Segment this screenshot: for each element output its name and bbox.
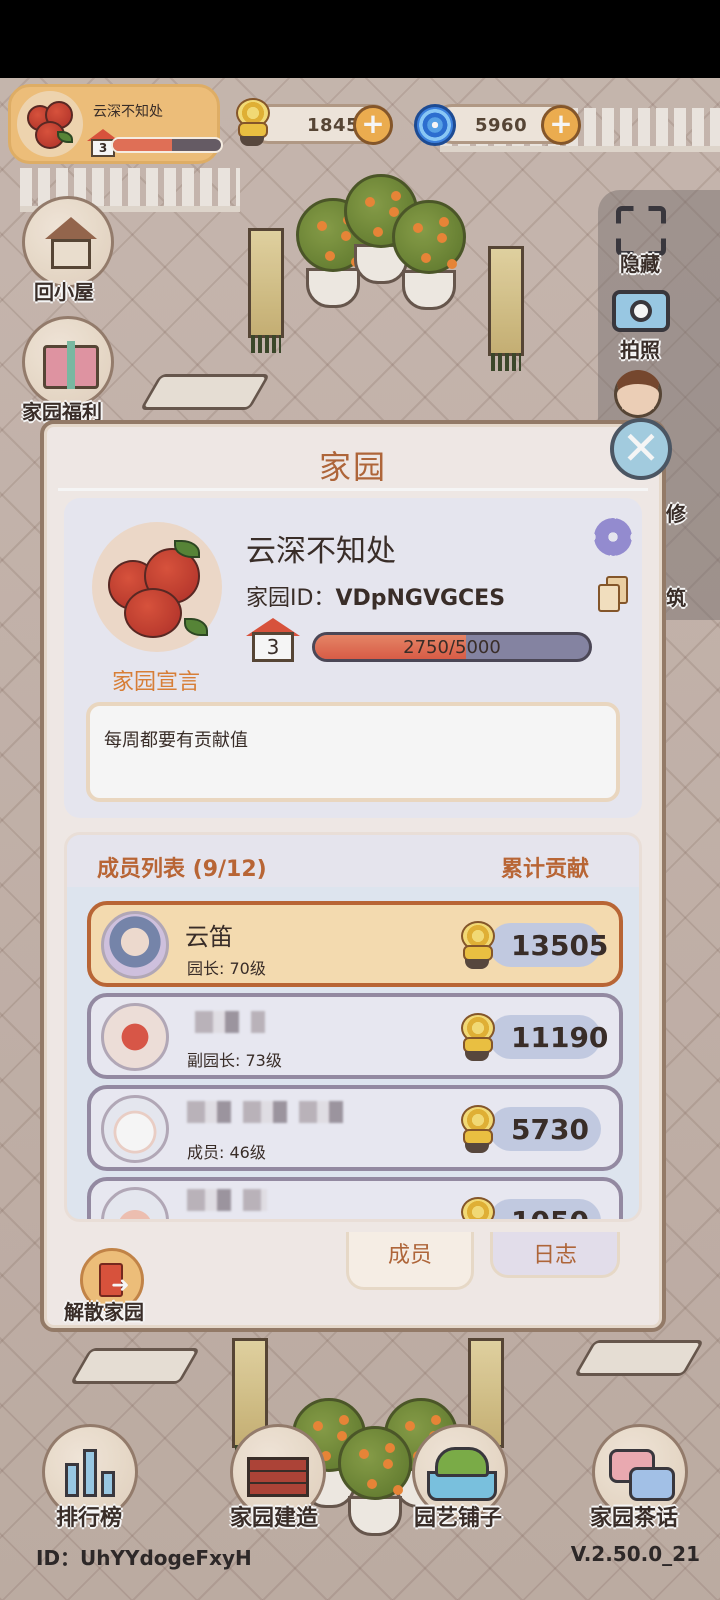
home-id-value: VDpNGVGCES [335, 586, 506, 611]
member-contribution: 5730 [511, 1113, 589, 1146]
level-progress-fill [113, 139, 173, 151]
member-avatar [101, 1003, 169, 1071]
tab-log[interactable]: 日志 [490, 1232, 620, 1278]
decorate-label[interactable]: 修 [666, 498, 686, 527]
snail-coin-icon [230, 96, 274, 146]
member-role: 园长: 70级 [187, 959, 266, 978]
bench [573, 1340, 705, 1376]
banner [248, 228, 284, 353]
member-list-header: 成员列表 (9/12) 累计贡献 [67, 835, 639, 887]
close-button[interactable]: ✕ [610, 418, 672, 480]
orange-tree [392, 200, 466, 310]
player-id: ID：UhYYdogeFxyH [36, 1546, 252, 1570]
member-avatar [101, 1095, 169, 1163]
member-role: 成员: 46级 [187, 1143, 266, 1162]
house-icon [45, 217, 97, 239]
welfare-button[interactable] [22, 316, 114, 408]
snail-coin-amount: 1845 [307, 115, 360, 136]
camera-icon[interactable] [612, 290, 670, 332]
dissolve-home-label[interactable]: 解散家园 [64, 1296, 144, 1325]
home-id-row: 家园ID：VDpNGVGCES [246, 580, 505, 612]
status-bar-area [0, 0, 720, 78]
exit-arrow-icon: ➜ [111, 1273, 130, 1298]
home-chat-label[interactable]: 家园茶话 [590, 1500, 678, 1532]
blurred-member-name [187, 1189, 267, 1211]
bench [139, 374, 271, 410]
member-list-title: 成员列表 (9/12) [97, 857, 267, 882]
rose-avatar [17, 91, 83, 157]
bench [69, 1348, 201, 1384]
member-avatar [101, 1187, 169, 1219]
home-rose-avatar[interactable] [92, 522, 222, 652]
copy-icon[interactable] [598, 576, 628, 612]
member-contribution: 11190 [511, 1021, 609, 1054]
hide-label[interactable]: 隐藏 [620, 248, 660, 277]
modal-home-name: 云深不知处 [246, 534, 396, 569]
level-progress-bar [111, 137, 223, 153]
home-profile-card[interactable]: 云深不知处 3 [8, 84, 223, 164]
photo-label[interactable]: 拍照 [620, 334, 660, 363]
member-role: 副园长: 73级 [187, 1051, 282, 1070]
ranking-label[interactable]: 排行榜 [56, 1500, 122, 1532]
home-build-label[interactable]: 家园建造 [230, 1500, 318, 1532]
declaration-label: 家园宣言 [111, 670, 200, 695]
back-home-button[interactable] [22, 196, 114, 288]
snail-coin-icon [455, 919, 499, 969]
member-row[interactable]: 成员: 46级 5730 [87, 1085, 623, 1171]
declaration-text: 每周都要有贡献值 [104, 730, 248, 751]
build-label[interactable]: 筑 [666, 582, 686, 611]
brick-wall-icon [247, 1457, 309, 1497]
blurred-member-name [187, 1101, 347, 1123]
snail-coin-icon [455, 1011, 499, 1061]
ranking-icon [65, 1463, 79, 1497]
swirl-gem-amount: 5960 [475, 115, 528, 136]
declaration-box[interactable]: 每周都要有贡献值 [86, 702, 620, 802]
home-level-number: 3 [252, 632, 294, 662]
member-name: 云笛 [185, 923, 233, 951]
home-name: 云深不知处 [93, 104, 163, 120]
version-text: V.2.50.0_21 [570, 1542, 700, 1566]
snail-coin-icon [455, 1103, 499, 1153]
garden-shop-label[interactable]: 园艺铺子 [414, 1500, 502, 1532]
orange-tree [338, 1426, 412, 1536]
member-contribution: 1050 [511, 1205, 589, 1222]
title-divider [58, 488, 648, 491]
member-avatar [101, 911, 169, 979]
add-snail-coin-button[interactable]: + [353, 105, 393, 145]
contribution-title: 累计贡献 [500, 857, 589, 882]
home-level-icon: 3 [246, 618, 300, 662]
home-exp-text: 2750/5000 [403, 637, 501, 658]
snail-coin-icon [455, 1195, 499, 1219]
banner [488, 246, 524, 371]
home-exp-bar: 2750/5000 [312, 632, 592, 662]
character-icon[interactable] [614, 370, 662, 418]
member-contribution: 13505 [511, 929, 609, 962]
back-home-label: 回小屋 [34, 280, 94, 304]
modal-title: 家园 [318, 448, 387, 486]
gear-icon[interactable] [594, 518, 632, 556]
home-id-label: 家园ID： [246, 586, 336, 611]
member-list-panel[interactable]: 成员列表 (9/12) 累计贡献 云笛 园长: 70级 13505 副园长: 7… [64, 832, 642, 1222]
member-row[interactable]: 云笛 园长: 70级 13505 [87, 901, 623, 987]
swirl-gem-icon [414, 104, 456, 146]
blurred-member-name [195, 1011, 265, 1033]
member-row[interactable]: 1050 [87, 1177, 623, 1222]
tab-members[interactable]: 成员 [346, 1232, 474, 1290]
member-row[interactable]: 副园长: 73级 11190 [87, 993, 623, 1079]
add-swirl-gem-button[interactable]: + [541, 105, 581, 145]
